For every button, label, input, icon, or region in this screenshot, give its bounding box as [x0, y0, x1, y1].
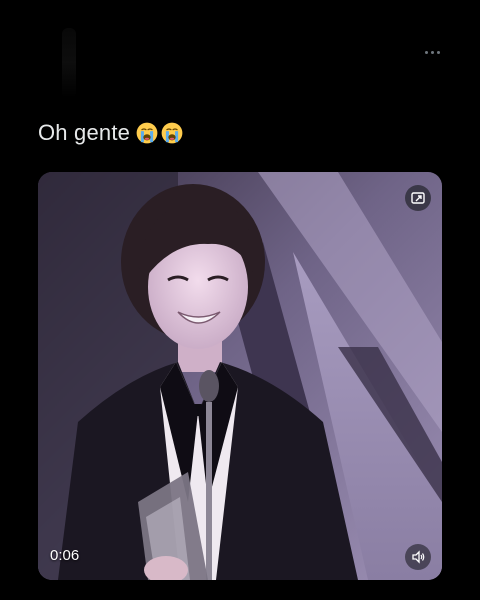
picture-in-picture-icon[interactable]	[405, 185, 431, 211]
tweet-header	[0, 0, 480, 100]
video-player[interactable]: 0:06	[38, 172, 442, 580]
video-elapsed-time: 0:06	[50, 547, 80, 564]
emoji-group	[136, 122, 183, 144]
tweet-text-body: Oh gente	[38, 120, 131, 145]
tweet-text: Oh gente	[38, 118, 183, 148]
video-frame	[38, 172, 442, 580]
volume-icon[interactable]	[405, 544, 431, 570]
tweet-post: Oh gente 0:06	[0, 0, 480, 600]
loudly-crying-face-icon	[161, 122, 183, 144]
more-options-icon[interactable]	[420, 44, 444, 60]
loudly-crying-face-icon	[136, 122, 158, 144]
author-avatar-placeholder[interactable]	[62, 28, 76, 98]
